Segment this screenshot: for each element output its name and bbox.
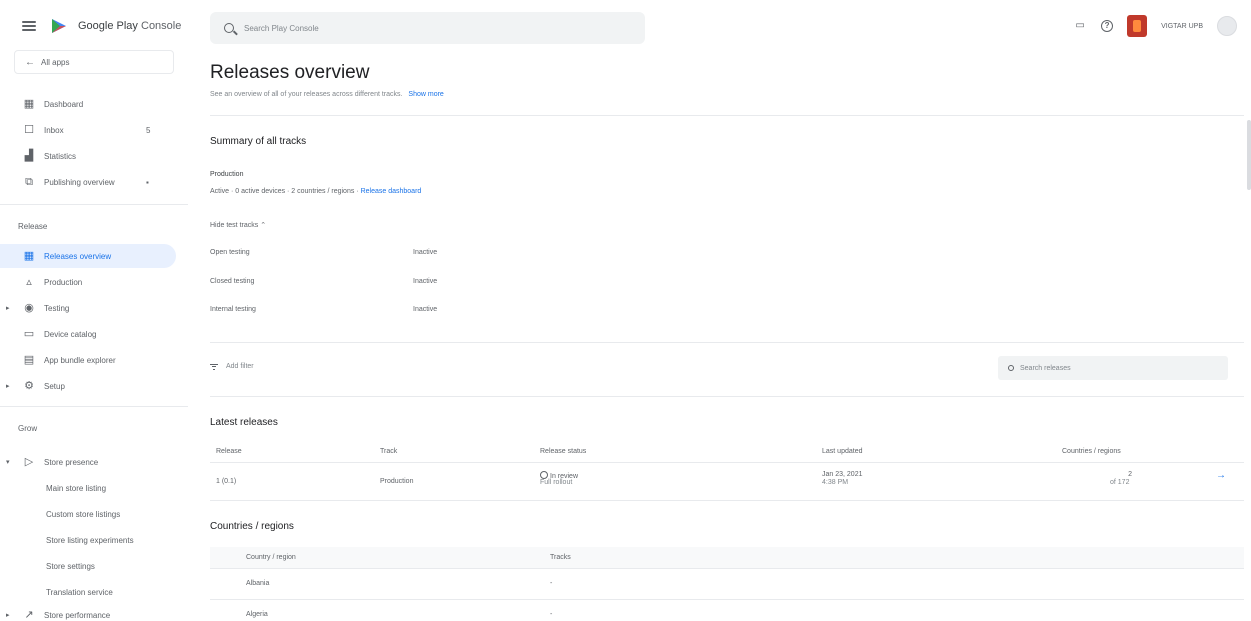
countries-table-header: Country / region Tracks [210,547,1244,569]
latest-releases-title: Latest releases [210,417,278,428]
country-tracks: - [550,580,553,587]
releases-overview-icon: ▦ [23,250,35,262]
track-row-open-testing: Open testing Inactive [210,249,438,256]
arrow-right-icon[interactable]: → [1216,470,1226,481]
setup-icon: ⚙ [24,380,34,392]
page-subtitle: See an overview of all of your releases … [210,91,444,98]
publishing-status-icon: ▪ [146,177,149,187]
sidebar-item-publishing-overview[interactable]: ⧉ Publishing overview ▪ [0,170,176,194]
table-row[interactable]: 1 (0.1) Production In review Full rollou… [210,465,1244,501]
column-header[interactable]: Track [380,448,397,455]
column-header[interactable]: Last updated [822,448,862,455]
release-dashboard-link[interactable]: Release dashboard [361,188,422,195]
sidebar-item-statistics[interactable]: ▟ Statistics [0,144,176,168]
sidebar-item-custom-store-listings[interactable]: Custom store listings [0,502,176,526]
inbox-count: 5 [146,125,151,135]
expand-caret-icon: ▸ [6,612,10,619]
sidebar-item-translation-service[interactable]: Translation service [0,580,176,604]
store-presence-icon: ▷ [24,456,34,468]
table-row: Algeria - [210,601,1244,621]
sidebar: Google Play Console ← All apps ▦ Dashboa… [0,0,188,621]
track-row-internal-testing: Internal testing Inactive [210,306,438,313]
in-review-icon [540,471,548,479]
sidebar-item-releases-overview[interactable]: ▦ Releases overview [0,244,176,268]
dashboard-icon: ▦ [23,98,35,110]
sidebar-divider [0,204,188,205]
section-divider [210,115,1244,116]
page-scrollbar[interactable] [1247,120,1251,190]
sidebar-item-setup[interactable]: ▸ ⚙ Setup [0,374,176,398]
expand-caret-icon: ▸ [6,383,10,390]
column-header[interactable]: Country / region [246,554,296,561]
country-name: Algeria [246,611,268,618]
release-countries: 2 of 172 [1110,471,1132,486]
country-tracks: - [550,611,553,618]
inbox-icon: ☐ [24,124,34,136]
table-row: Albania - [210,570,1244,600]
production-label: Production [210,171,244,178]
sidebar-item-production[interactable]: ▵ Production [0,270,176,294]
statistics-icon: ▟ [24,150,34,162]
summary-title: Summary of all tracks [210,136,307,147]
sidebar-item-store-settings[interactable]: Store settings [0,554,176,578]
add-filter-button[interactable]: Add filter [210,363,254,370]
sidebar-item-app-bundle-explorer[interactable]: ▤ App bundle explorer [0,348,176,372]
sidebar-item-main-store-listing[interactable]: Main store listing [0,476,176,500]
all-apps-label: All apps [41,57,70,67]
sidebar-item-device-catalog[interactable]: ▭ Device catalog [0,322,176,346]
section-divider [210,342,1244,343]
testing-icon: ◉ [24,302,34,314]
sidebar-item-store-listing-experiments[interactable]: Store listing experiments [0,528,176,552]
sidebar-item-dashboard[interactable]: ▦ Dashboard [0,92,176,116]
column-header[interactable]: Countries / regions [1062,448,1121,455]
collapse-caret-icon: ▾ [6,459,10,466]
section-divider [210,396,1244,397]
column-header[interactable]: Release [216,448,242,455]
sidebar-item-store-presence[interactable]: ▾ ▷ Store presence [0,450,176,474]
column-header[interactable]: Tracks [550,554,571,561]
releases-table-header: Release Track Release status Last update… [210,443,1244,463]
sidebar-section-grow: Grow [18,424,38,433]
search-releases-input[interactable]: Search releases [998,356,1228,380]
column-header[interactable]: Release status [540,448,586,455]
sidebar-item-store-performance[interactable]: ▸ ↗ Store performance [0,603,176,621]
bundle-explorer-icon: ▤ [23,354,35,366]
country-name: Albania [246,580,270,587]
store-performance-icon: ↗ [24,609,34,621]
track-row-closed-testing: Closed testing Inactive [210,278,438,285]
release-updated: Jan 23, 2021 4:38 PM [822,471,863,486]
play-console-logo-icon [52,19,66,33]
expand-caret-icon: ▸ [6,305,10,312]
filter-icon [210,363,218,370]
brand: Google Play Console [22,14,181,38]
publishing-icon: ⧉ [25,176,33,188]
page-title: Releases overview [210,62,370,83]
all-apps-button[interactable]: ← All apps [14,50,174,74]
search-icon [1008,365,1014,371]
production-details: Active · 0 active devices · 2 countries … [210,188,422,195]
production-icon: ▵ [26,276,32,288]
back-arrow-icon: ← [25,56,35,68]
device-catalog-icon: ▭ [23,328,35,340]
sidebar-item-inbox[interactable]: ☐ Inbox 5 [0,118,176,142]
release-track: Production [380,478,414,485]
sidebar-item-testing[interactable]: ▸ ◉ Testing [0,296,176,320]
show-more-link[interactable]: Show more [408,91,443,98]
brand-name: Google Play Console [78,20,182,32]
sidebar-divider [0,406,188,407]
sidebar-section-release: Release [18,222,48,231]
menu-icon[interactable] [22,21,36,31]
release-name: 1 (0.1) [216,478,237,485]
countries-title: Countries / regions [210,521,294,532]
release-status: In review Full rollout [540,471,579,486]
hide-test-tracks-toggle[interactable]: Hide test tracks ⌃ [210,221,266,229]
main-content: Releases overview See an overview of all… [210,0,1244,621]
chevron-up-icon: ⌃ [260,222,267,229]
